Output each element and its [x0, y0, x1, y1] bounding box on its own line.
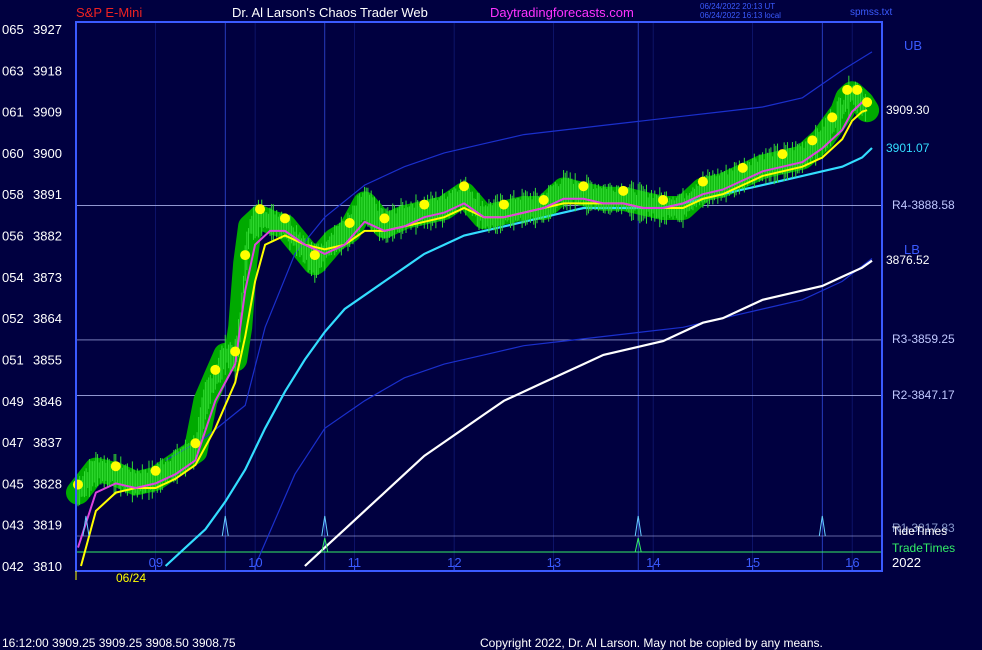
price-dot — [72, 479, 83, 490]
price-dot — [344, 217, 355, 228]
timestamp-local: 06/24/2022 16:13 local — [700, 11, 781, 20]
y-tick-label-3882: 3882 — [33, 229, 62, 244]
price-dot — [150, 465, 161, 476]
price-dot — [240, 250, 251, 261]
ub-label: UB — [904, 38, 922, 53]
y-tick-label-3891: 3891 — [33, 187, 62, 202]
price-dot — [255, 204, 266, 215]
price-dot — [459, 181, 470, 192]
data-filename: spmss.txt — [850, 7, 892, 18]
y-tick-label-3855: 3855 — [33, 352, 62, 367]
x-tick-label-12: 12 — [447, 555, 461, 570]
price-dot — [538, 195, 549, 205]
tradetimes-label: TradeTimes — [892, 541, 955, 555]
y-tick-prefix-3837: 047 — [2, 435, 24, 450]
x-tick-label-13: 13 — [547, 555, 561, 570]
y-tick-prefix-3864: 052 — [2, 311, 24, 326]
x-tick-label-16: 16 — [845, 555, 859, 570]
site-title: Dr. Al Larson's Chaos Trader Web — [232, 5, 428, 20]
symbol-title: S&P E-Mini — [76, 5, 142, 20]
y-tick-prefix-3918: 063 — [2, 63, 24, 78]
date-label: 06/24 — [116, 571, 146, 585]
price-dot — [379, 213, 390, 224]
price-dot — [578, 181, 589, 192]
price-dot — [618, 185, 629, 196]
y-tick-prefix-3828: 045 — [2, 476, 24, 491]
x-tick-label-10: 10 — [248, 555, 262, 570]
x-tick-label-09: 09 — [149, 555, 163, 570]
x-tick-label-15: 15 — [746, 555, 760, 570]
price-dot — [309, 250, 320, 261]
price-dot — [498, 199, 509, 210]
y-tick-label-3900: 3900 — [33, 146, 62, 161]
cyan-value-label: 3901.07 — [886, 141, 930, 155]
y-tick-prefix-3873: 054 — [2, 270, 24, 285]
price-dot — [737, 162, 748, 173]
r2-label: R2-3847.17 — [892, 388, 955, 402]
y-tick-label-3909: 3909 — [33, 105, 62, 120]
price-dot — [230, 346, 241, 357]
r4-label: R4-3888.58 — [892, 198, 955, 212]
y-tick-prefix-3855: 051 — [2, 352, 24, 367]
x-tick-label-11: 11 — [348, 555, 362, 570]
price-dot — [110, 461, 121, 472]
y-tick-prefix-3846: 049 — [2, 394, 24, 409]
y-tick-label-3927: 3927 — [33, 22, 62, 37]
price-dot — [852, 84, 863, 95]
price-dot — [862, 97, 873, 108]
y-tick-label-3846: 3846 — [33, 394, 62, 409]
copyright-notice: Copyright 2022, Dr. Al Larson. May not b… — [480, 636, 823, 650]
price-dot — [842, 84, 853, 95]
price-dot — [777, 149, 788, 160]
price-dot — [190, 438, 201, 449]
y-tick-prefix-3891: 058 — [2, 187, 24, 202]
price-chart: S&P E-Mini Dr. Al Larson's Chaos Trader … — [0, 0, 982, 650]
y-tick-label-3819: 3819 — [33, 518, 62, 533]
y-tick-label-3864: 3864 — [33, 311, 62, 326]
tidetimes-label: TideTimes — [892, 524, 947, 538]
quote-readout: 16:12:00 3909.25 3909.25 3908.50 3908.75 — [2, 636, 236, 650]
y-tick-label-3918: 3918 — [33, 63, 62, 78]
year-label: 2022 — [892, 555, 921, 570]
y-tick-prefix-3810: 042 — [2, 559, 24, 574]
y-tick-label-3837: 3837 — [33, 435, 62, 450]
price-dot — [807, 135, 818, 146]
price-dot — [210, 364, 221, 375]
price-dot — [419, 199, 430, 210]
y-tick-prefix-3927: 065 — [2, 22, 24, 37]
y-tick-prefix-3819: 043 — [2, 518, 24, 533]
price-dot — [827, 112, 838, 123]
price-dot — [279, 213, 290, 224]
x-tick-label-14: 14 — [646, 555, 660, 570]
r3-label: R3-3859.25 — [892, 332, 955, 346]
y-tick-label-3828: 3828 — [33, 476, 62, 491]
y-tick-label-3810: 3810 — [33, 559, 62, 574]
white-value-label: 3876.52 — [886, 253, 930, 267]
site-url-link[interactable]: Daytradingforecasts.com — [490, 5, 634, 20]
y-tick-prefix-3882: 056 — [2, 229, 24, 244]
y-tick-prefix-3909: 061 — [2, 105, 24, 120]
y-tick-prefix-3900: 060 — [2, 146, 24, 161]
y-tick-label-3873: 3873 — [33, 270, 62, 285]
last-price-label: 3909.30 — [886, 103, 930, 117]
price-dot — [658, 195, 669, 205]
timestamp-ut: 06/24/2022 20:13 UT — [700, 2, 775, 11]
price-dot — [697, 176, 708, 187]
